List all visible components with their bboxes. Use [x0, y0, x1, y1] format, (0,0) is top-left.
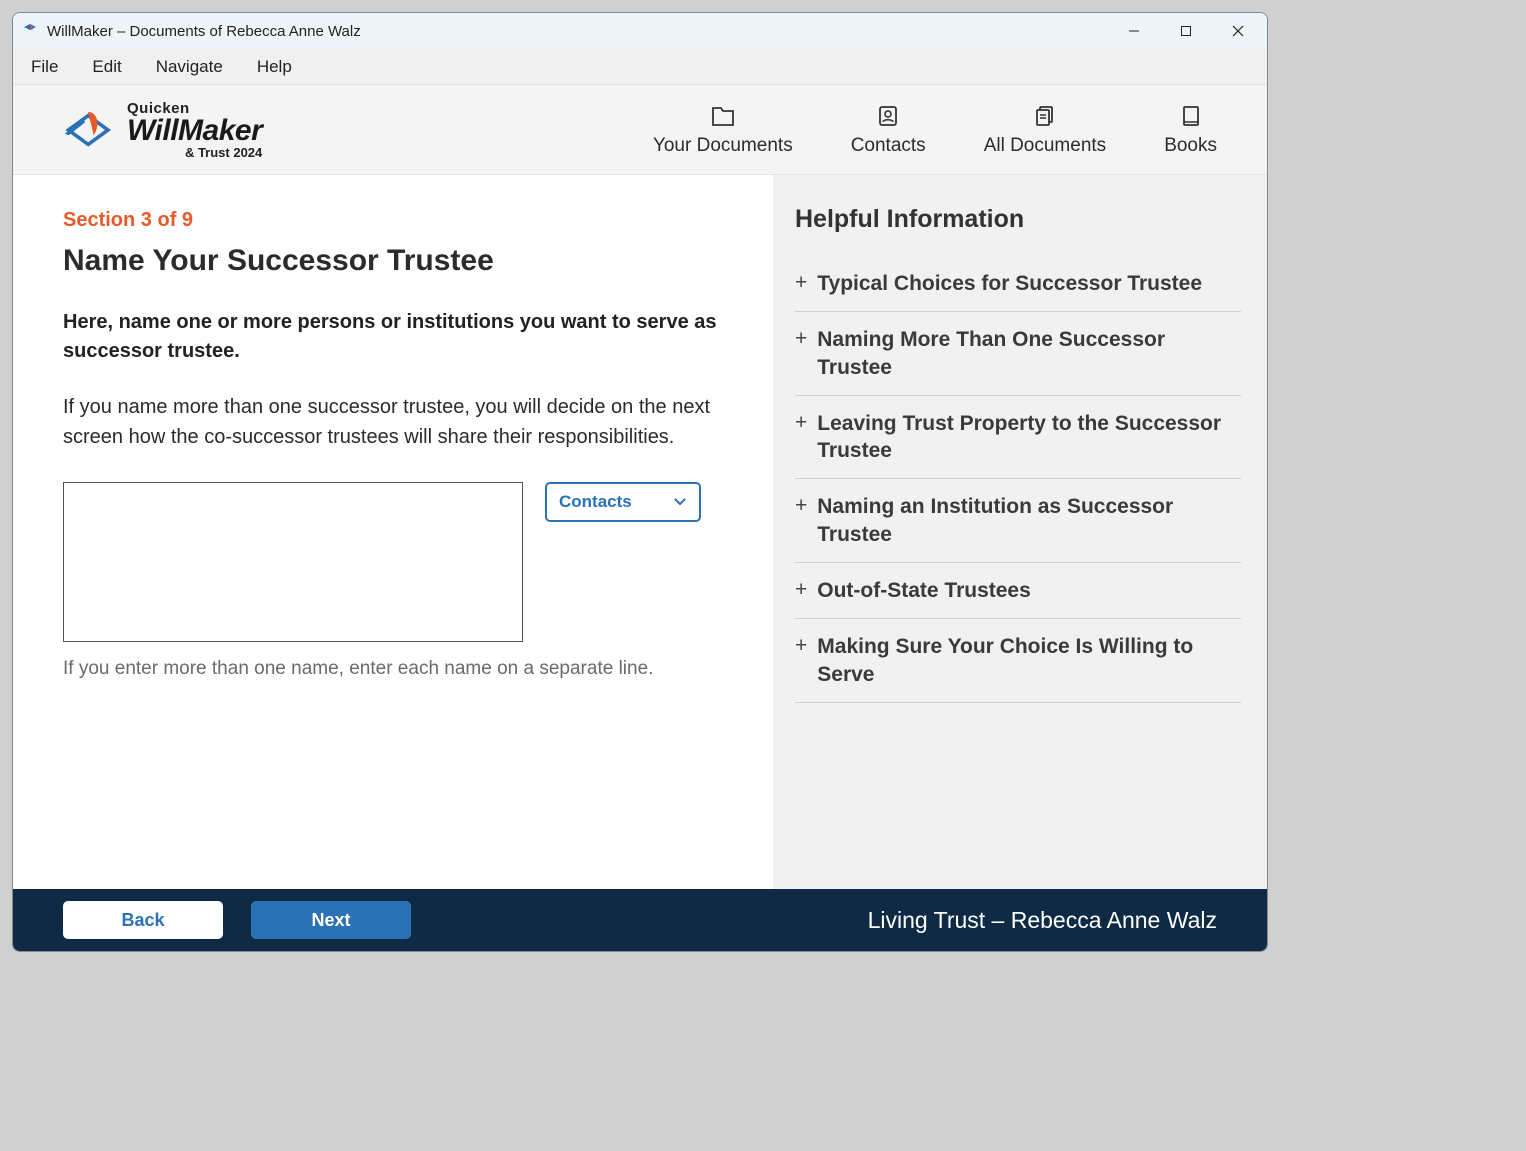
maximize-button[interactable] — [1171, 17, 1201, 45]
window-controls — [1119, 17, 1259, 45]
plus-icon: + — [795, 410, 807, 435]
navbar: Quicken WillMaker & Trust 2024 Your Docu… — [13, 85, 1267, 175]
page-lead: Here, name one or more persons or instit… — [63, 308, 743, 366]
footer: Back Next Living Trust – Rebecca Anne Wa… — [13, 889, 1267, 951]
nav-books[interactable]: Books — [1164, 103, 1217, 157]
nav-your-documents[interactable]: Your Documents — [653, 103, 793, 157]
footer-document-name: Living Trust – Rebecca Anne Walz — [868, 907, 1217, 934]
menu-edit[interactable]: Edit — [92, 57, 121, 77]
help-item-label: Out-of-State Trustees — [817, 577, 1031, 604]
next-button[interactable]: Next — [251, 901, 411, 939]
contacts-dropdown[interactable]: Contacts — [545, 482, 701, 522]
input-help-text: If you enter more than one name, enter e… — [63, 658, 743, 680]
input-row: Contacts — [63, 482, 743, 642]
nav-label: Books — [1164, 135, 1217, 157]
help-item-willing-to-serve[interactable]: + Making Sure Your Choice Is Willing to … — [795, 619, 1241, 703]
menu-help[interactable]: Help — [257, 57, 292, 77]
logo-brand-main: WillMaker — [127, 116, 262, 146]
close-button[interactable] — [1223, 17, 1253, 45]
help-item-leaving-property[interactable]: + Leaving Trust Property to the Successo… — [795, 396, 1241, 480]
menubar: File Edit Navigate Help — [13, 49, 1267, 85]
help-item-typical-choices[interactable]: + Typical Choices for Successor Trustee — [795, 256, 1241, 312]
back-button[interactable]: Back — [63, 901, 223, 939]
app-icon — [21, 22, 39, 40]
help-item-out-of-state[interactable]: + Out-of-State Trustees — [795, 563, 1241, 619]
help-item-institution[interactable]: + Naming an Institution as Successor Tru… — [795, 479, 1241, 563]
titlebar: WillMaker – Documents of Rebecca Anne Wa… — [13, 13, 1267, 49]
nav-actions: Your Documents Contacts All Documents Bo… — [653, 103, 1217, 157]
documents-icon — [1032, 103, 1058, 129]
plus-icon: + — [795, 577, 807, 602]
menu-navigate[interactable]: Navigate — [156, 57, 223, 77]
menu-file[interactable]: File — [31, 57, 58, 77]
main-column: Section 3 of 9 Name Your Successor Trust… — [13, 175, 773, 889]
book-icon — [1178, 103, 1204, 129]
section-label: Section 3 of 9 — [63, 209, 743, 232]
nav-all-documents[interactable]: All Documents — [984, 103, 1107, 157]
nav-label: All Documents — [984, 135, 1107, 157]
logo-icon — [63, 103, 117, 157]
folder-icon — [710, 103, 736, 129]
nav-contacts[interactable]: Contacts — [851, 103, 926, 157]
plus-icon: + — [795, 270, 807, 295]
app-logo: Quicken WillMaker & Trust 2024 — [63, 101, 262, 159]
help-item-label: Leaving Trust Property to the Successor … — [817, 410, 1241, 465]
sidebar-title: Helpful Information — [795, 205, 1241, 234]
sidebar: Helpful Information + Typical Choices fo… — [773, 175, 1267, 889]
help-item-label: Making Sure Your Choice Is Willing to Se… — [817, 633, 1241, 688]
help-item-label: Naming an Institution as Successor Trust… — [817, 493, 1241, 548]
plus-icon: + — [795, 633, 807, 658]
plus-icon: + — [795, 493, 807, 518]
content: Section 3 of 9 Name Your Successor Trust… — [13, 175, 1267, 889]
logo-text: Quicken WillMaker & Trust 2024 — [127, 101, 262, 159]
plus-icon: + — [795, 326, 807, 351]
help-item-naming-more[interactable]: + Naming More Than One Successor Trustee — [795, 312, 1241, 396]
minimize-button[interactable] — [1119, 17, 1149, 45]
chevron-down-icon — [673, 497, 687, 507]
nav-label: Your Documents — [653, 135, 793, 157]
logo-brand-tag: & Trust 2024 — [185, 146, 262, 159]
successor-trustee-input[interactable] — [63, 482, 523, 642]
nav-label: Contacts — [851, 135, 926, 157]
page-description: If you name more than one successor trus… — [63, 392, 743, 452]
contacts-icon — [875, 103, 901, 129]
page-title: Name Your Successor Trustee — [63, 244, 743, 278]
window-title: WillMaker – Documents of Rebecca Anne Wa… — [47, 23, 361, 40]
help-item-label: Typical Choices for Successor Trustee — [817, 270, 1202, 297]
help-item-label: Naming More Than One Successor Trustee — [817, 326, 1241, 381]
app-window: WillMaker – Documents of Rebecca Anne Wa… — [12, 12, 1268, 952]
dropdown-label: Contacts — [559, 492, 632, 512]
